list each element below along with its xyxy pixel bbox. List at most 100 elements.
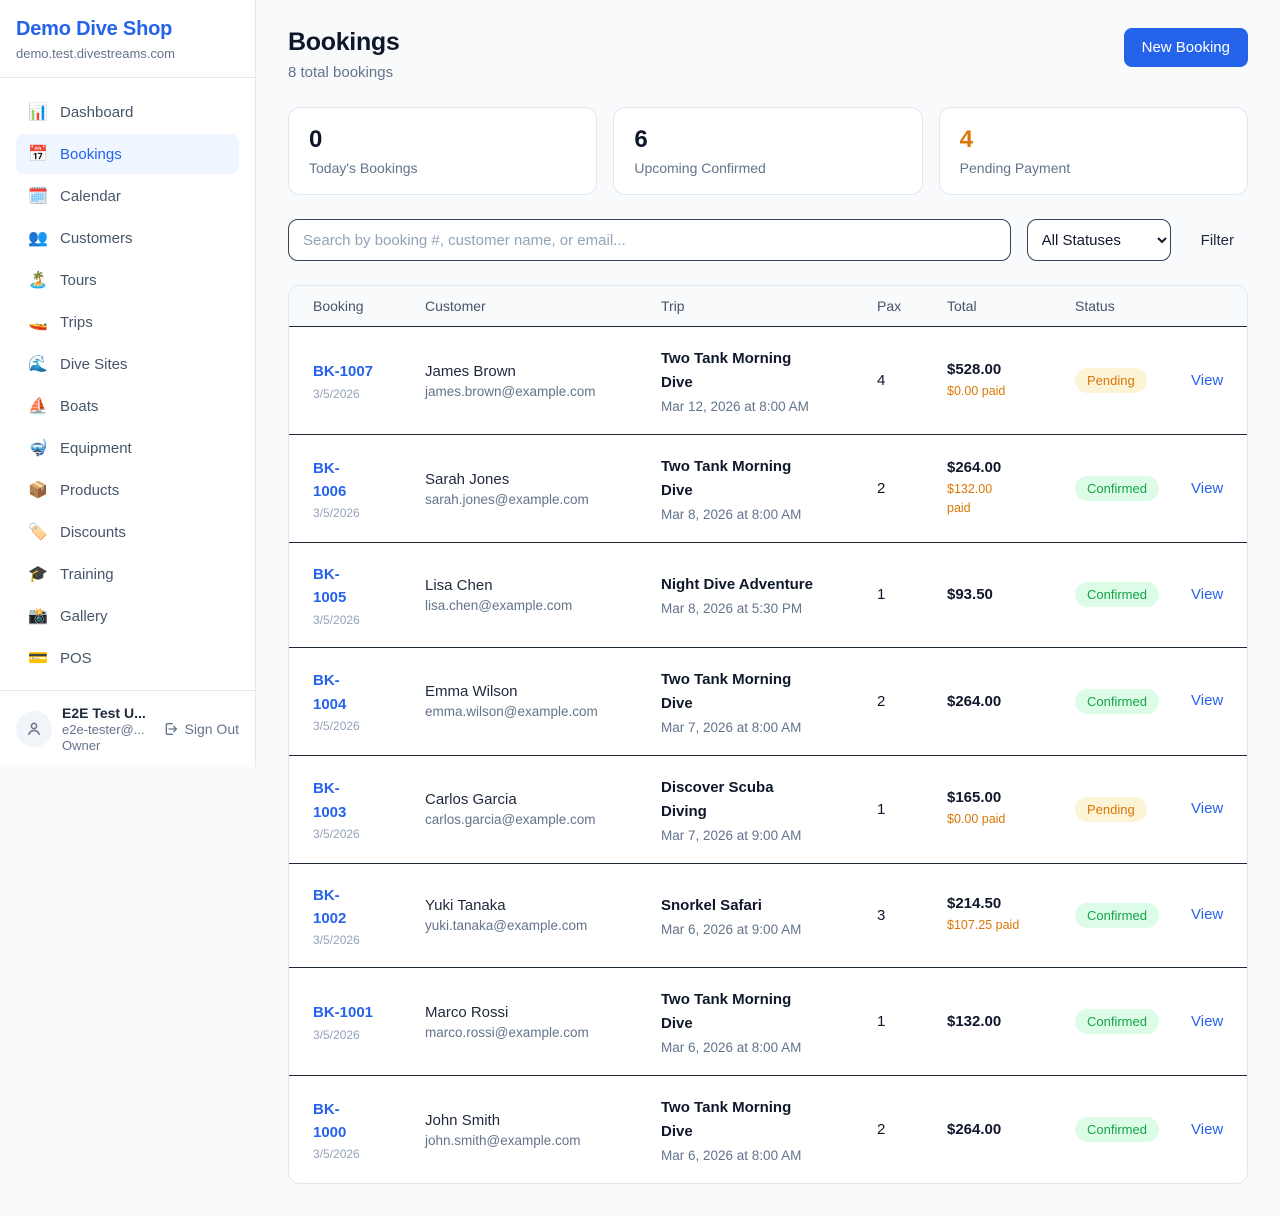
sidebar-item-label: Tours: [60, 272, 97, 289]
booking-number-link[interactable]: BK- 1000: [313, 1098, 413, 1145]
booking-cell: BK- 1000 3/5/2026: [313, 1098, 425, 1162]
trip-name: Discover Scuba Diving: [661, 776, 865, 824]
table-row: BK- 1005 3/5/2026 Lisa Chen lisa.chen@ex…: [289, 543, 1247, 648]
trip-datetime: Mar 7, 2026 at 9:00 AM: [661, 828, 865, 843]
sidebar-item[interactable]: 📊 Dashboard: [16, 92, 239, 132]
sidebar-item[interactable]: 🎓 Training: [16, 554, 239, 594]
trip-name: Night Dive Adventure: [661, 573, 865, 597]
discounts-icon: 🏷️: [28, 522, 48, 542]
filter-button[interactable]: Filter: [1187, 224, 1248, 257]
view-link[interactable]: View: [1191, 906, 1223, 923]
booking-date: 3/5/2026: [313, 1147, 413, 1161]
sidebar-item[interactable]: 📦 Products: [16, 470, 239, 510]
sidebar-item[interactable]: 🏷️ Discounts: [16, 512, 239, 552]
pax-value: 2: [877, 1121, 947, 1138]
status-cell: Confirmed: [1075, 476, 1191, 501]
customer-email: emma.wilson@example.com: [425, 704, 649, 719]
booking-date: 3/5/2026: [313, 387, 413, 401]
booking-number-link[interactable]: BK-1001: [313, 1001, 413, 1024]
customer-name: Lisa Chen: [425, 577, 649, 594]
customer-email: sarah.jones@example.com: [425, 492, 649, 507]
customer-name: Sarah Jones: [425, 471, 649, 488]
customer-cell: Emma Wilson emma.wilson@example.com: [425, 683, 661, 719]
customer-name: Emma Wilson: [425, 683, 649, 700]
booking-number-link[interactable]: BK-1007: [313, 360, 413, 383]
view-link[interactable]: View: [1191, 1013, 1223, 1030]
view-link[interactable]: View: [1191, 1121, 1223, 1138]
booking-number-link[interactable]: BK- 1004: [313, 669, 413, 716]
user-meta: E2E Test U... e2e-tester@... Owner: [62, 705, 153, 753]
table-row: BK- 1003 3/5/2026 Carlos Garcia carlos.g…: [289, 756, 1247, 864]
trip-datetime: Mar 7, 2026 at 8:00 AM: [661, 720, 865, 735]
booking-cell: BK- 1005 3/5/2026: [313, 563, 425, 627]
customer-cell: John Smith john.smith@example.com: [425, 1112, 661, 1148]
table-body: BK-1007 3/5/2026 James Brown james.brown…: [289, 327, 1247, 1183]
booking-number-link[interactable]: BK- 1002: [313, 884, 413, 931]
status-cell: Confirmed: [1075, 903, 1191, 928]
total-cell: $264.00: [947, 1121, 1075, 1138]
bookings-table: Booking Customer Trip Pax Total Status B…: [288, 285, 1248, 1184]
booking-number-link[interactable]: BK- 1003: [313, 777, 413, 824]
booking-cell: BK- 1006 3/5/2026: [313, 457, 425, 521]
sidebar-item-label: Training: [60, 566, 114, 583]
view-link[interactable]: View: [1191, 586, 1223, 603]
total-amount: $264.00: [947, 459, 1063, 476]
trip-name: Snorkel Safari: [661, 894, 865, 918]
view-link[interactable]: View: [1191, 692, 1223, 709]
sidebar-item[interactable]: 🏝️ Tours: [16, 260, 239, 300]
table-header-row: Booking Customer Trip Pax Total Status: [289, 286, 1247, 327]
sidebar-item[interactable]: 🤿 Equipment: [16, 428, 239, 468]
status-select[interactable]: All Statuses: [1027, 219, 1171, 261]
sidebar-item[interactable]: 📅 Bookings: [16, 134, 239, 174]
trip-name: Two Tank Morning Dive: [661, 1096, 865, 1144]
booking-number-link[interactable]: BK- 1006: [313, 457, 413, 504]
view-link[interactable]: View: [1191, 372, 1223, 389]
brand-block: Demo Dive Shop demo.test.divestreams.com: [0, 0, 255, 78]
sidebar-item[interactable]: 👥 Customers: [16, 218, 239, 258]
brand-domain: demo.test.divestreams.com: [16, 46, 239, 61]
avatar: [16, 711, 52, 747]
page-header-text: Bookings 8 total bookings: [288, 28, 400, 81]
trip-name: Two Tank Morning Dive: [661, 988, 865, 1036]
new-booking-button[interactable]: New Booking: [1124, 28, 1248, 67]
customer-email: john.smith@example.com: [425, 1133, 649, 1148]
stat-card: 4 Pending Payment: [939, 107, 1248, 195]
sidebar-item-label: Discounts: [60, 524, 126, 541]
col-header-status: Status: [1075, 286, 1191, 326]
sign-out-button[interactable]: Sign Out: [163, 721, 239, 737]
total-amount: $165.00: [947, 789, 1063, 806]
search-input[interactable]: [288, 219, 1011, 261]
trip-cell: Night Dive Adventure Mar 8, 2026 at 5:30…: [661, 573, 877, 616]
status-cell: Pending: [1075, 797, 1191, 822]
sidebar-item[interactable]: 🌊 Dive Sites: [16, 344, 239, 384]
sidebar: Demo Dive Shop demo.test.divestreams.com…: [0, 0, 256, 767]
sidebar-item[interactable]: 📸 Gallery: [16, 596, 239, 636]
customer-cell: Sarah Jones sarah.jones@example.com: [425, 471, 661, 507]
total-cell: $528.00 $0.00 paid: [947, 361, 1075, 401]
customer-name: Carlos Garcia: [425, 791, 649, 808]
view-link[interactable]: View: [1191, 480, 1223, 497]
sidebar-item[interactable]: ⛵ Boats: [16, 386, 239, 426]
trip-cell: Two Tank Morning Dive Mar 6, 2026 at 8:0…: [661, 988, 877, 1055]
customer-email: marco.rossi@example.com: [425, 1025, 649, 1040]
total-cell: $264.00: [947, 693, 1075, 710]
app-layout: Demo Dive Shop demo.test.divestreams.com…: [0, 0, 1280, 1216]
sidebar-item-label: Products: [60, 482, 119, 499]
equipment-icon: 🤿: [28, 438, 48, 458]
table-row: BK- 1000 3/5/2026 John Smith john.smith@…: [289, 1076, 1247, 1183]
status-badge: Confirmed: [1075, 582, 1159, 607]
sidebar-item[interactable]: 💳 POS: [16, 638, 239, 678]
sidebar-item[interactable]: 🚤 Trips: [16, 302, 239, 342]
customer-cell: Yuki Tanaka yuki.tanaka@example.com: [425, 897, 661, 933]
sidebar-item[interactable]: 🗓️ Calendar: [16, 176, 239, 216]
trip-name: Two Tank Morning Dive: [661, 347, 865, 395]
booking-date: 3/5/2026: [313, 827, 413, 841]
booking-cell: BK- 1003 3/5/2026: [313, 777, 425, 841]
customer-name: Marco Rossi: [425, 1004, 649, 1021]
col-header-actions: [1191, 294, 1223, 318]
view-link[interactable]: View: [1191, 800, 1223, 817]
customer-cell: James Brown james.brown@example.com: [425, 363, 661, 399]
trip-name: Two Tank Morning Dive: [661, 668, 865, 716]
table-row: BK-1007 3/5/2026 James Brown james.brown…: [289, 327, 1247, 435]
booking-number-link[interactable]: BK- 1005: [313, 563, 413, 610]
